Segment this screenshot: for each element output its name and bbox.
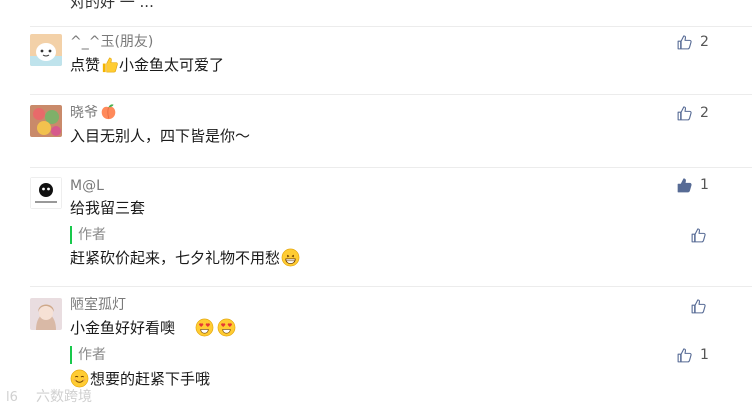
commenter-name[interactable]: ^_^玉(朋友) [70,33,153,51]
commenter-name[interactable]: 陋室孤灯 [70,296,126,314]
heart-eyes-emoji-icon [217,318,236,337]
comment-text-content: 小金鱼好好看噢 [70,319,176,337]
reply-like-button[interactable] [676,226,707,244]
comment-divider [30,94,752,95]
comment-text-part: 小金鱼太可爱了 [119,56,225,74]
like-count: 1 [700,347,709,363]
reply-like-button[interactable]: 1 [676,346,709,364]
author-reply-text-content: 想要的赶紧下手哦 [90,370,211,388]
comment-text: 小金鱼好好看噢 [70,318,236,338]
thumbs-up-icon [677,105,692,120]
avatar[interactable] [30,105,62,137]
comment-text: 点赞 小金鱼太可爱了 [70,55,224,75]
watermark: l6 六数跨境 [6,386,92,406]
like-button[interactable]: 2 [676,33,709,51]
watermark-text: 六数跨境 [36,389,92,405]
svg-text:l6: l6 [6,390,18,404]
like-count: 2 [700,34,709,50]
peach-emoji-icon [100,103,117,125]
thumbs-up-emoji-icon [100,55,119,74]
comment-text: 给我留三套 [70,199,146,217]
thumbs-up-icon [677,347,692,362]
author-reply-text: 赶紧砍价起来，七夕礼物不用愁 [70,248,300,268]
author-reply-tag: 作者 [70,226,106,244]
thumbs-up-icon [691,227,706,242]
thumbs-up-filled-icon [677,177,692,192]
heart-eyes-emoji-icon [195,318,214,337]
comment-divider [30,26,752,27]
avatar[interactable] [30,177,62,209]
comment-divider [30,286,752,287]
author-reply-tag: 作者 [70,346,106,364]
like-count: 1 [700,177,709,193]
commenter-name-text: 晓爷 [70,105,98,121]
like-button-active[interactable]: 1 [676,176,709,194]
commenter-name[interactable]: 晓爷 [70,103,117,125]
grinning-emoji-icon [281,248,300,267]
like-count: 2 [700,105,709,121]
commenter-name[interactable]: M@L [70,177,104,195]
truncated-comment-text: 对的好 一 ... [70,0,154,11]
watermark-logo-icon: l6 [6,390,18,404]
like-button[interactable]: 2 [676,104,709,122]
avatar[interactable] [30,34,62,66]
comment-text: 入目无别人，四下皆是你～ [70,127,251,145]
author-reply-text-content: 赶紧砍价起来，七夕礼物不用愁 [70,249,281,267]
avatar[interactable] [30,298,62,330]
thumbs-up-icon [691,298,706,313]
like-button[interactable] [676,297,707,315]
thumbs-up-icon [677,34,692,49]
comment-divider [30,167,752,168]
comment-text-part: 点赞 [70,56,101,74]
